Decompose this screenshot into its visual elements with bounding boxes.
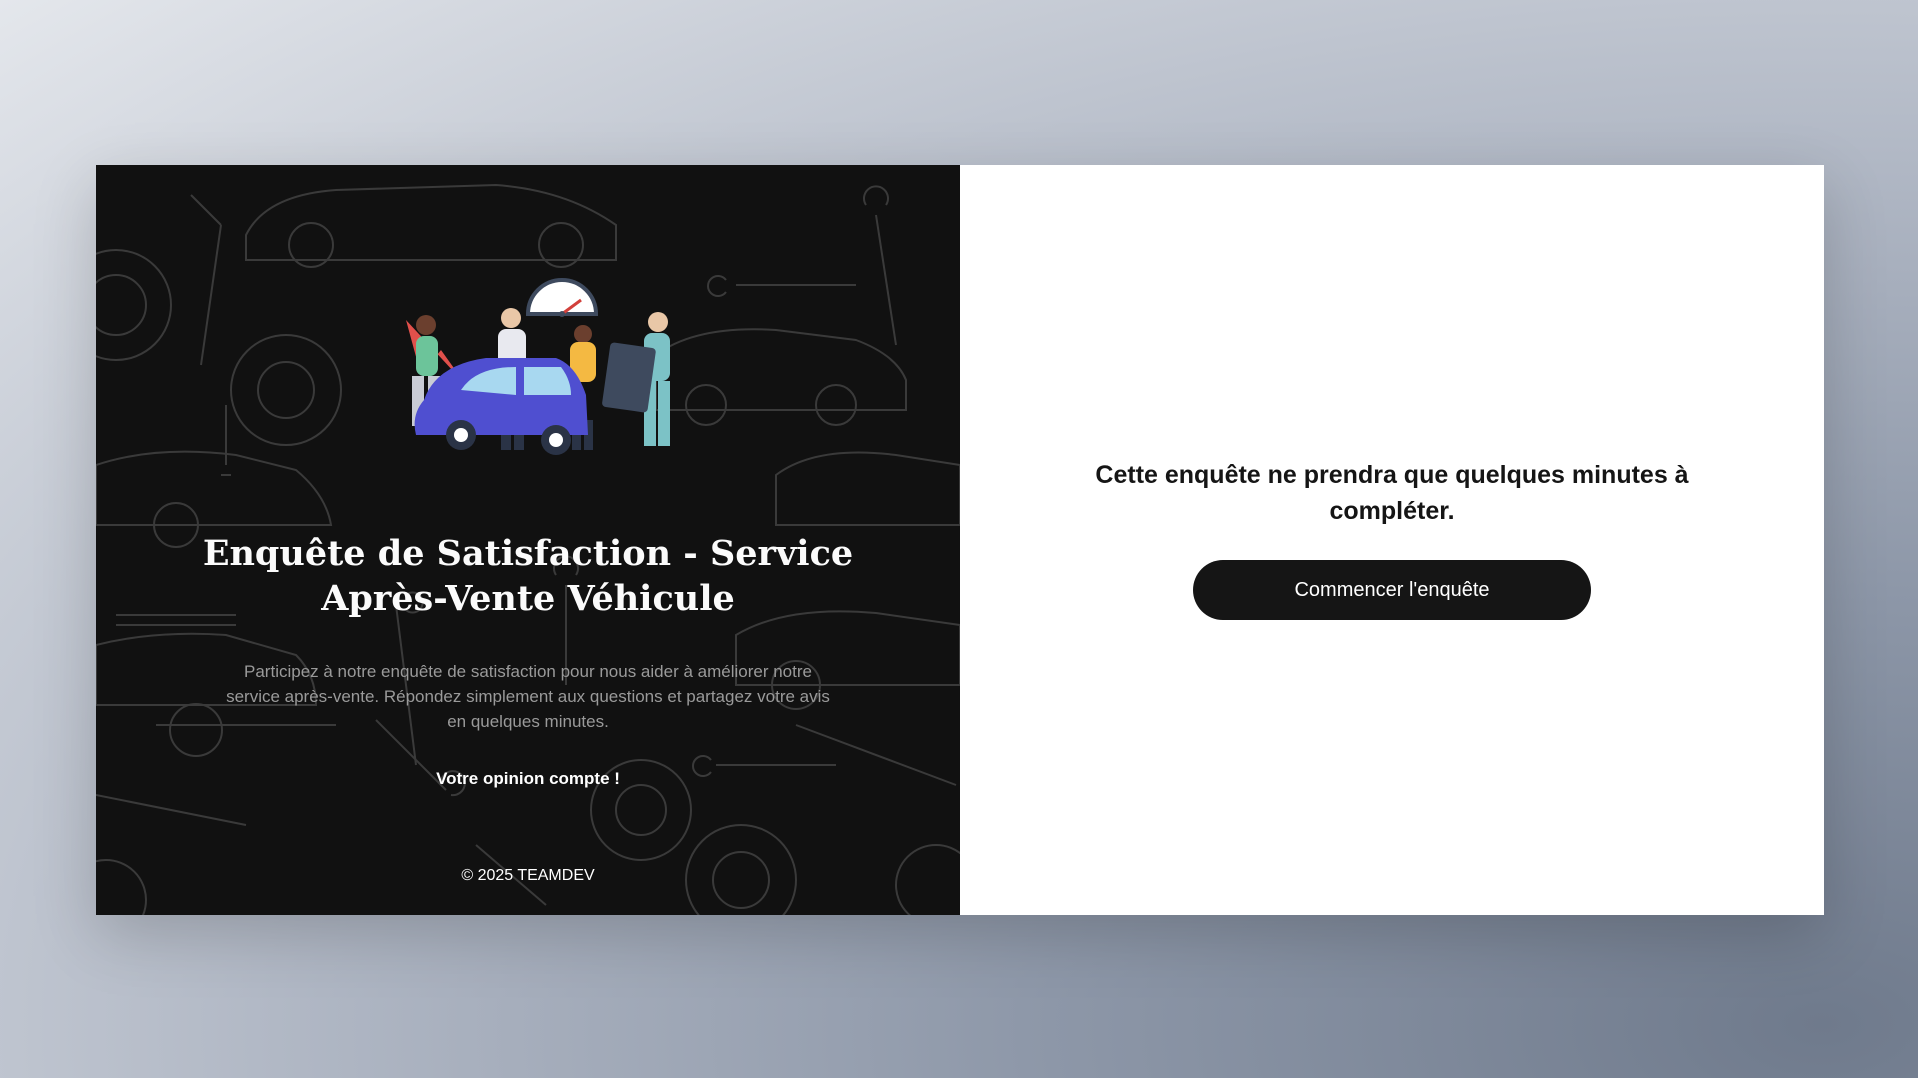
tagline: Votre opinion compte ! xyxy=(436,769,620,788)
people-with-car-and-speedometer-illustration xyxy=(406,278,670,455)
intro-text: Cette enquête ne prendra que quelques mi… xyxy=(1095,461,1689,525)
start-survey-button[interactable]: Commencer l'enquête xyxy=(1193,560,1591,620)
left-panel: Enquête de Satisfaction - Service Après-… xyxy=(96,165,960,915)
page-title: Enquête de Satisfaction - Service Après-… xyxy=(202,533,854,619)
right-panel: Cette enquête ne prendra que quelques mi… xyxy=(960,165,1824,915)
left-content: Enquête de Satisfaction - Service Après-… xyxy=(96,165,960,915)
survey-card: Enquête de Satisfaction - Service Après-… xyxy=(96,165,1824,915)
survey-description: Participez à notre enquête de satisfacti… xyxy=(226,662,830,731)
copyright-footer: © 2025 TEAMDEV xyxy=(461,867,595,884)
